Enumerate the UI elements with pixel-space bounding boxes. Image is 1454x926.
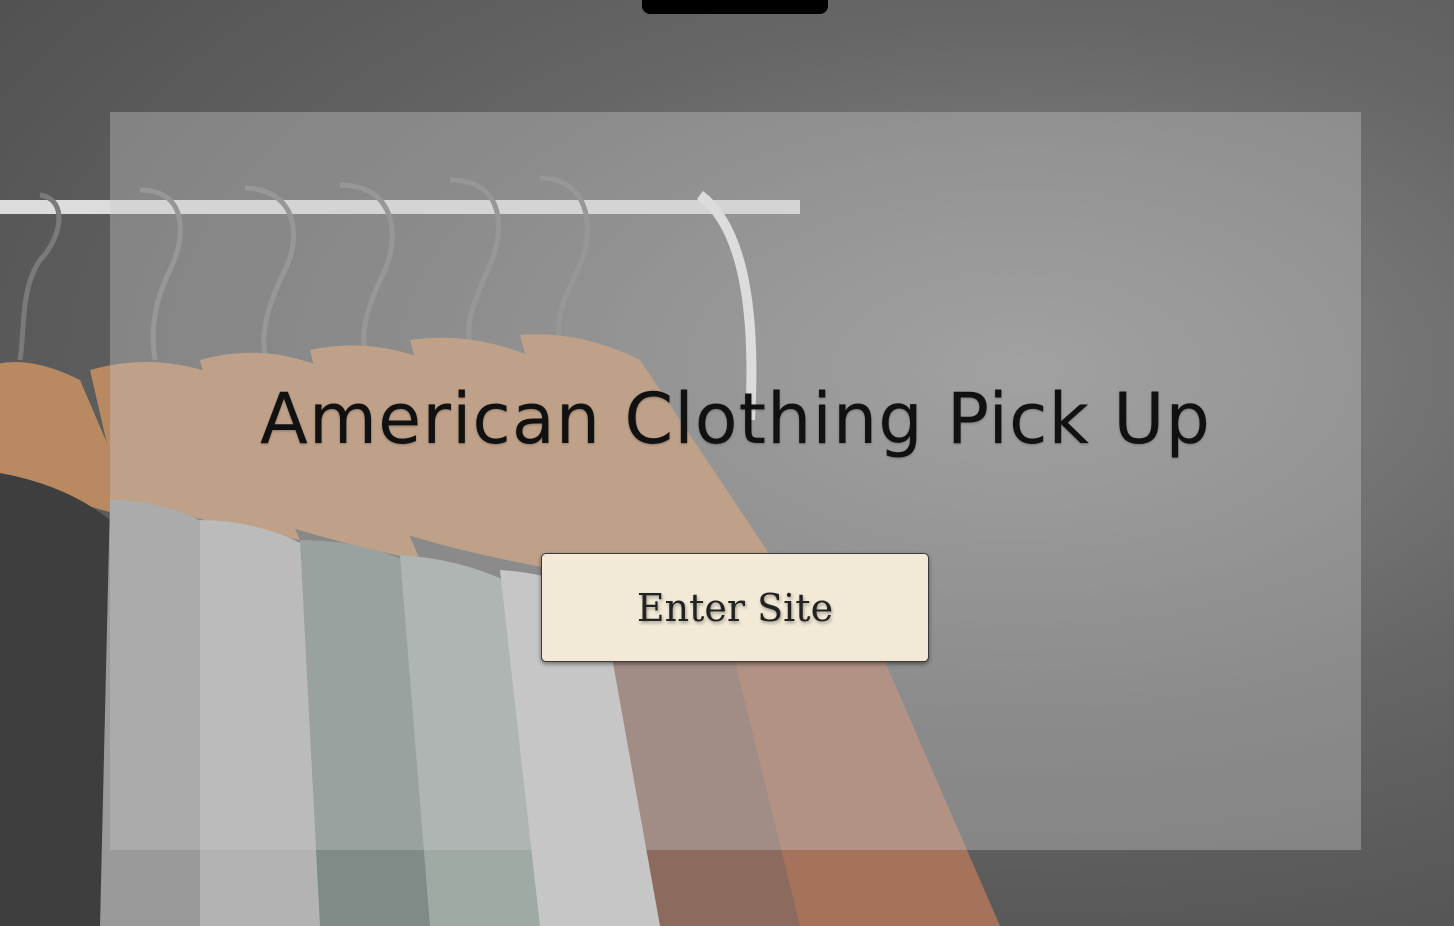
- landing-page: American Clothing Pick Up Enter Site: [0, 0, 1454, 926]
- top-tab: [642, 0, 828, 14]
- enter-site-button[interactable]: Enter Site: [541, 553, 929, 662]
- overlay-panel: [110, 112, 1361, 850]
- page-title: American Clothing Pick Up: [260, 378, 1211, 460]
